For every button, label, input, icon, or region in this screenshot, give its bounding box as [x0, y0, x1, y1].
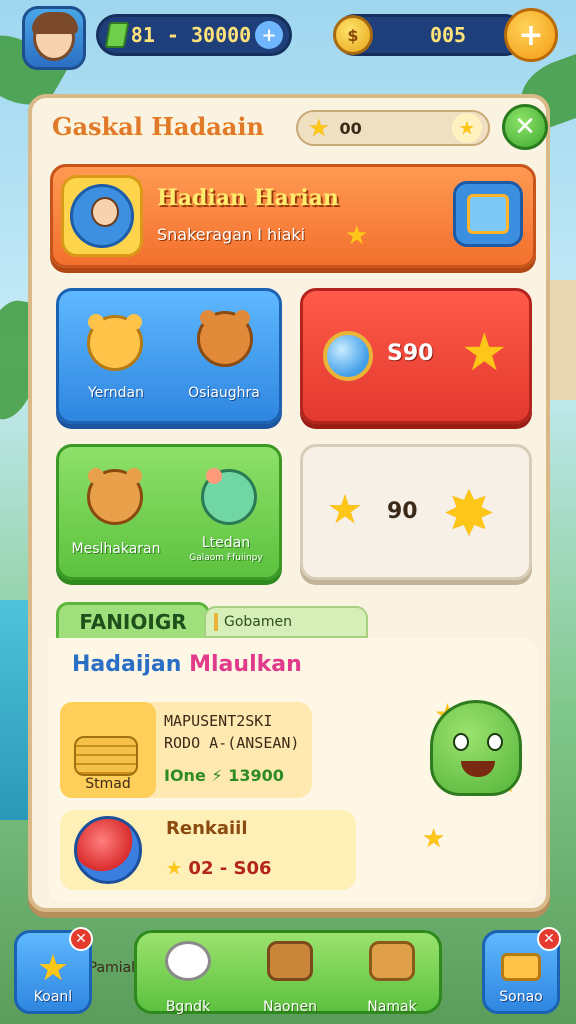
notification-badge: ✕	[69, 927, 93, 951]
bear-face-icon	[165, 941, 211, 981]
ball-icon	[74, 816, 142, 884]
lightning-icon: ⚡	[211, 766, 223, 785]
close-button[interactable]: ✕	[502, 104, 548, 150]
nav-shop-button[interactable]: ✕ Sonao	[482, 927, 561, 1014]
star-icon: ★	[345, 221, 369, 251]
player-avatar-button[interactable]	[22, 6, 86, 70]
nav-label: Bgndk	[165, 999, 211, 1015]
reward-value: S90	[387, 341, 434, 366]
globe-reward-card[interactable]: S90 ★	[300, 288, 532, 424]
calendar-icon	[467, 194, 509, 234]
cash-counter: 81 - 30000 +	[96, 14, 292, 56]
section-title-part2: Mlaulkan	[189, 652, 302, 677]
daily-subtitle: Snakeragan I hiaki	[157, 225, 306, 244]
add-coins-button[interactable]: +	[504, 8, 558, 62]
lion-pet-icon	[87, 314, 143, 371]
nav-label: Sonao	[499, 989, 543, 1005]
cash-value: 81 - 30000	[130, 23, 252, 47]
decor-star-icon: ★	[422, 824, 446, 854]
section-title: Hadaijan Mlaulkan	[72, 652, 302, 677]
star-icon: ★	[327, 487, 363, 533]
pet-label: Yerndan	[87, 385, 145, 401]
coin-stack-thumb: Stmad	[60, 702, 156, 798]
pet-card-green[interactable]: Meslhakaran Ltedan Galaom Ffuiinpy	[56, 444, 282, 580]
burst-star-icon: ✸	[443, 477, 495, 550]
star-badge-icon[interactable]: ★	[452, 113, 482, 143]
price-value: 02 - S06	[188, 858, 272, 879]
character-icon	[70, 184, 134, 248]
coin-value: 005	[429, 23, 467, 47]
reward-row-coins[interactable]: Stmad MAPUSENT2SKI RODO A-(ANSEAN) IOne …	[60, 702, 312, 798]
star-reward-card[interactable]: ★ 90 ✸	[300, 444, 532, 580]
coin-counter: $ 005	[333, 14, 526, 56]
star-icon: ★	[461, 323, 508, 383]
add-cash-button[interactable]: +	[255, 21, 283, 49]
star-icon: ★	[36, 948, 70, 989]
tab-primary[interactable]: FANIOIGR	[56, 602, 210, 638]
bear-pet-icon	[87, 468, 143, 525]
pet-label: Meslhakaran	[71, 541, 161, 557]
globe-icon	[323, 331, 373, 381]
nav-center-group: Bgndk Naonen Namak	[134, 930, 442, 1015]
reward-title: Renkaiil	[166, 818, 248, 839]
background-house	[546, 280, 576, 400]
section-title-part1: Hadaijan	[72, 652, 182, 677]
cash-icon	[104, 22, 130, 48]
pet-label: Ltedan	[201, 535, 251, 551]
avatar	[32, 12, 78, 61]
pet-label: Osiaughra	[188, 385, 260, 401]
nav-label: Namak	[367, 999, 417, 1015]
dino-pet-icon	[201, 468, 257, 525]
reward-price: IOne ⚡ 13900	[164, 766, 284, 785]
notification-badge: ✕	[537, 927, 561, 951]
nav-item-pets[interactable]: Bgndk	[143, 941, 233, 1015]
star-icon: ★	[308, 114, 330, 142]
star-counter: ★ 00 ★	[296, 110, 490, 146]
calendar-button[interactable]	[453, 181, 523, 247]
banner-avatar	[61, 175, 143, 257]
crate-icon	[369, 941, 415, 981]
reward-line-2: RODO A-(ANSEAN)	[164, 734, 300, 752]
mascot-bear	[430, 700, 522, 796]
pet-sublabel: Galaom Ffuiinpy	[189, 553, 263, 563]
tab-marker-icon	[214, 613, 218, 631]
daily-reward-banner[interactable]: Hadian Harian Snakeragan I hiaki ★	[50, 164, 536, 268]
top-bar: 81 - 30000 + $ 005 +	[0, 0, 576, 80]
thumb-label: Stmad	[85, 776, 131, 792]
star-count: 00	[339, 118, 362, 138]
star-icon: ★	[166, 858, 183, 879]
nav-star-button[interactable]: ✕ ★ Koanl	[14, 927, 93, 1014]
nav-label: Naonen	[263, 999, 317, 1015]
bottom-nav: ✕ ★ Koanl Bgndk Naonen Namak ✕ Sonao	[0, 927, 576, 1024]
nav-item-chest[interactable]: Naonen	[245, 941, 335, 1015]
coin-icon: $	[333, 15, 373, 55]
daily-title: Hadian Harian	[157, 185, 339, 211]
nav-item-box[interactable]: Namak	[347, 941, 437, 1015]
ticket-icon	[501, 953, 541, 981]
treasure-chest-icon	[267, 941, 313, 981]
panel-title: Gaskal Hadaain	[52, 112, 264, 141]
tab-secondary-label: Gobamen	[224, 614, 293, 630]
reward-price: ★ 02 - S06	[166, 858, 272, 879]
reward-line-1: MAPUSENT2SKI	[164, 712, 273, 730]
price-prefix: IOne	[164, 766, 206, 785]
price-value: 13900	[228, 766, 284, 785]
reward-value: 90	[387, 499, 418, 524]
tab-secondary[interactable]: Gobamen	[204, 606, 368, 638]
coins-icon	[74, 736, 138, 776]
cat-pet-icon	[197, 310, 253, 367]
pet-card-blue[interactable]: Yerndan Osiaughra	[56, 288, 282, 424]
nav-label: Koanl	[33, 989, 73, 1005]
